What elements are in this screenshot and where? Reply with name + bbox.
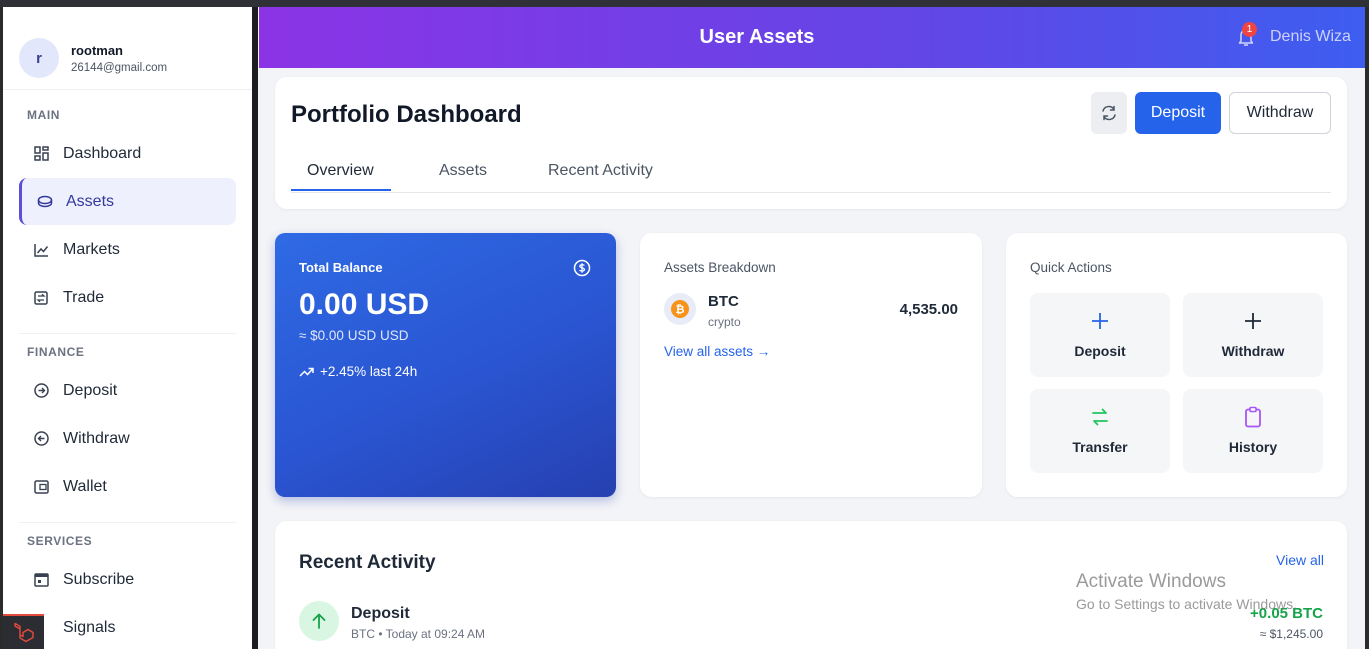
- plus-icon: [1090, 310, 1110, 332]
- balance-change: +2.45% last 24h: [299, 364, 417, 379]
- main-content: User Assets 1 Denis Wiza Portfolio Dashb…: [258, 7, 1365, 649]
- section-label-finance: FINANCE: [27, 345, 85, 359]
- quick-action-transfer[interactable]: Transfer: [1030, 389, 1170, 473]
- balance-change-text: +2.45% last 24h: [320, 364, 418, 379]
- sidebar-item-label: Deposit: [63, 381, 118, 399]
- refresh-button[interactable]: [1091, 92, 1127, 134]
- sidebar-item-label: Trade: [63, 288, 105, 306]
- transfer-icon: [1090, 406, 1110, 428]
- tab-overview[interactable]: Overview: [307, 162, 374, 180]
- profile-name: rootman: [71, 42, 123, 58]
- profile-email: 26144@gmail.com: [71, 61, 168, 74]
- quick-actions-card: Quick Actions Deposit Withdraw Transfer …: [1006, 233, 1347, 497]
- sidebar-item-trade[interactable]: Trade: [19, 274, 236, 321]
- activity-name: Deposit: [351, 605, 410, 622]
- page-header-title: User Assets: [699, 26, 815, 48]
- tabs-divider: [291, 192, 1331, 193]
- quick-action-label: Withdraw: [1221, 343, 1285, 359]
- quick-actions-label: Quick Actions: [1030, 260, 1112, 275]
- activity-detail: BTC • Today at 09:24 AM: [351, 627, 486, 641]
- sidebar-item-label: Assets: [66, 192, 115, 210]
- top-window-strip: [0, 0, 1369, 7]
- sidebar-item-deposit[interactable]: Deposit: [19, 367, 236, 414]
- arrow-up-icon: [299, 601, 339, 641]
- coins-icon: [37, 194, 53, 210]
- sidebar-item-label: Dashboard: [63, 144, 142, 162]
- wallet-icon: [33, 479, 49, 495]
- recent-activity-card: Recent Activity View all Deposit BTC • T…: [275, 521, 1347, 649]
- sidebar-item-assets[interactable]: Assets: [19, 178, 236, 225]
- calendar-icon: [33, 572, 49, 588]
- balance-usd-equivalent: ≈ $0.00 USD USD: [299, 328, 409, 343]
- sidebar-item-markets[interactable]: Markets: [19, 226, 236, 273]
- withdraw-button[interactable]: Withdraw: [1229, 92, 1331, 134]
- quick-action-label: History: [1228, 439, 1278, 455]
- quick-action-label: Transfer: [1072, 439, 1128, 455]
- avatar: r: [19, 38, 59, 78]
- sidebar-item-withdraw[interactable]: Withdraw: [19, 415, 236, 462]
- asset-amount: 4,535.00: [899, 301, 958, 318]
- sidebar-item-wallet[interactable]: Wallet: [19, 463, 236, 510]
- sidebar-item-label: Subscribe: [63, 570, 135, 588]
- sidebar-item-subscribe[interactable]: Subscribe: [19, 556, 236, 603]
- svg-text:₿: ₿: [676, 303, 685, 316]
- dashboard-icon: [33, 146, 49, 162]
- trending-up-icon: [299, 367, 314, 377]
- top-header: User Assets 1 Denis Wiza: [259, 7, 1365, 68]
- active-tab-indicator: [291, 189, 391, 191]
- dollar-circle-icon: [573, 259, 591, 282]
- tab-assets[interactable]: Assets: [439, 162, 487, 180]
- section-label-services: SERVICES: [27, 534, 93, 548]
- sidebar-item-signals[interactable]: Signals: [19, 604, 236, 649]
- sidebar-item-label: Withdraw: [63, 429, 130, 447]
- exchange-icon: [33, 290, 49, 306]
- tab-recent-activity[interactable]: Recent Activity: [548, 162, 653, 180]
- asset-type: crypto: [708, 315, 741, 329]
- sidebar: r rootman 26144@gmail.com MAIN Dashboard…: [3, 7, 252, 649]
- refresh-icon: [1102, 105, 1116, 121]
- breakdown-label: Assets Breakdown: [664, 260, 776, 275]
- activity-amount: +0.05 BTC: [1250, 605, 1323, 622]
- sidebar-separator: [19, 333, 236, 334]
- section-label-main: MAIN: [27, 108, 61, 122]
- page-title: Portfolio Dashboard: [291, 101, 522, 128]
- activity-usd-value: ≈ $1,245.00: [1259, 627, 1323, 641]
- clipboard-icon: [1244, 406, 1262, 428]
- deposit-button[interactable]: Deposit: [1135, 92, 1221, 134]
- assets-breakdown-card: Assets Breakdown ₿ BTC crypto 4,535.00 V…: [640, 233, 982, 497]
- laravel-debug-icon[interactable]: [3, 614, 44, 649]
- sidebar-item-label: Signals: [63, 618, 116, 636]
- sidebar-item-label: Wallet: [63, 477, 107, 495]
- view-all-activity-link[interactable]: View all: [1276, 552, 1324, 568]
- view-all-assets-link[interactable]: View all assets →: [664, 344, 770, 359]
- quick-action-deposit[interactable]: Deposit: [1030, 293, 1170, 377]
- chart-line-icon: [33, 242, 49, 258]
- total-balance-card: Total Balance 0.00 USD ≈ $0.00 USD USD +…: [275, 233, 616, 497]
- notification-badge: 1: [1242, 22, 1257, 37]
- balance-label: Total Balance: [299, 260, 383, 275]
- quick-action-history[interactable]: History: [1183, 389, 1323, 473]
- sidebar-separator: [3, 89, 252, 90]
- sidebar-item-label: Markets: [63, 240, 120, 258]
- user-profile[interactable]: r rootman 26144@gmail.com: [19, 38, 167, 78]
- asset-symbol: BTC: [708, 293, 739, 310]
- quick-action-label: Deposit: [1074, 343, 1126, 359]
- arrow-circle-left-icon: [33, 431, 49, 447]
- header-user-name[interactable]: Denis Wiza: [1270, 28, 1351, 46]
- sidebar-separator: [19, 522, 236, 523]
- bitcoin-icon: ₿: [664, 293, 696, 325]
- sidebar-item-dashboard[interactable]: Dashboard: [19, 130, 236, 177]
- balance-value: 0.00 USD: [299, 288, 430, 321]
- recent-activity-title: Recent Activity: [299, 552, 436, 573]
- plus-icon: [1243, 310, 1263, 332]
- arrow-circle-right-icon: [33, 383, 49, 399]
- portfolio-dashboard-card: Portfolio Dashboard Deposit Withdraw Ove…: [275, 77, 1347, 209]
- quick-action-withdraw[interactable]: Withdraw: [1183, 293, 1323, 377]
